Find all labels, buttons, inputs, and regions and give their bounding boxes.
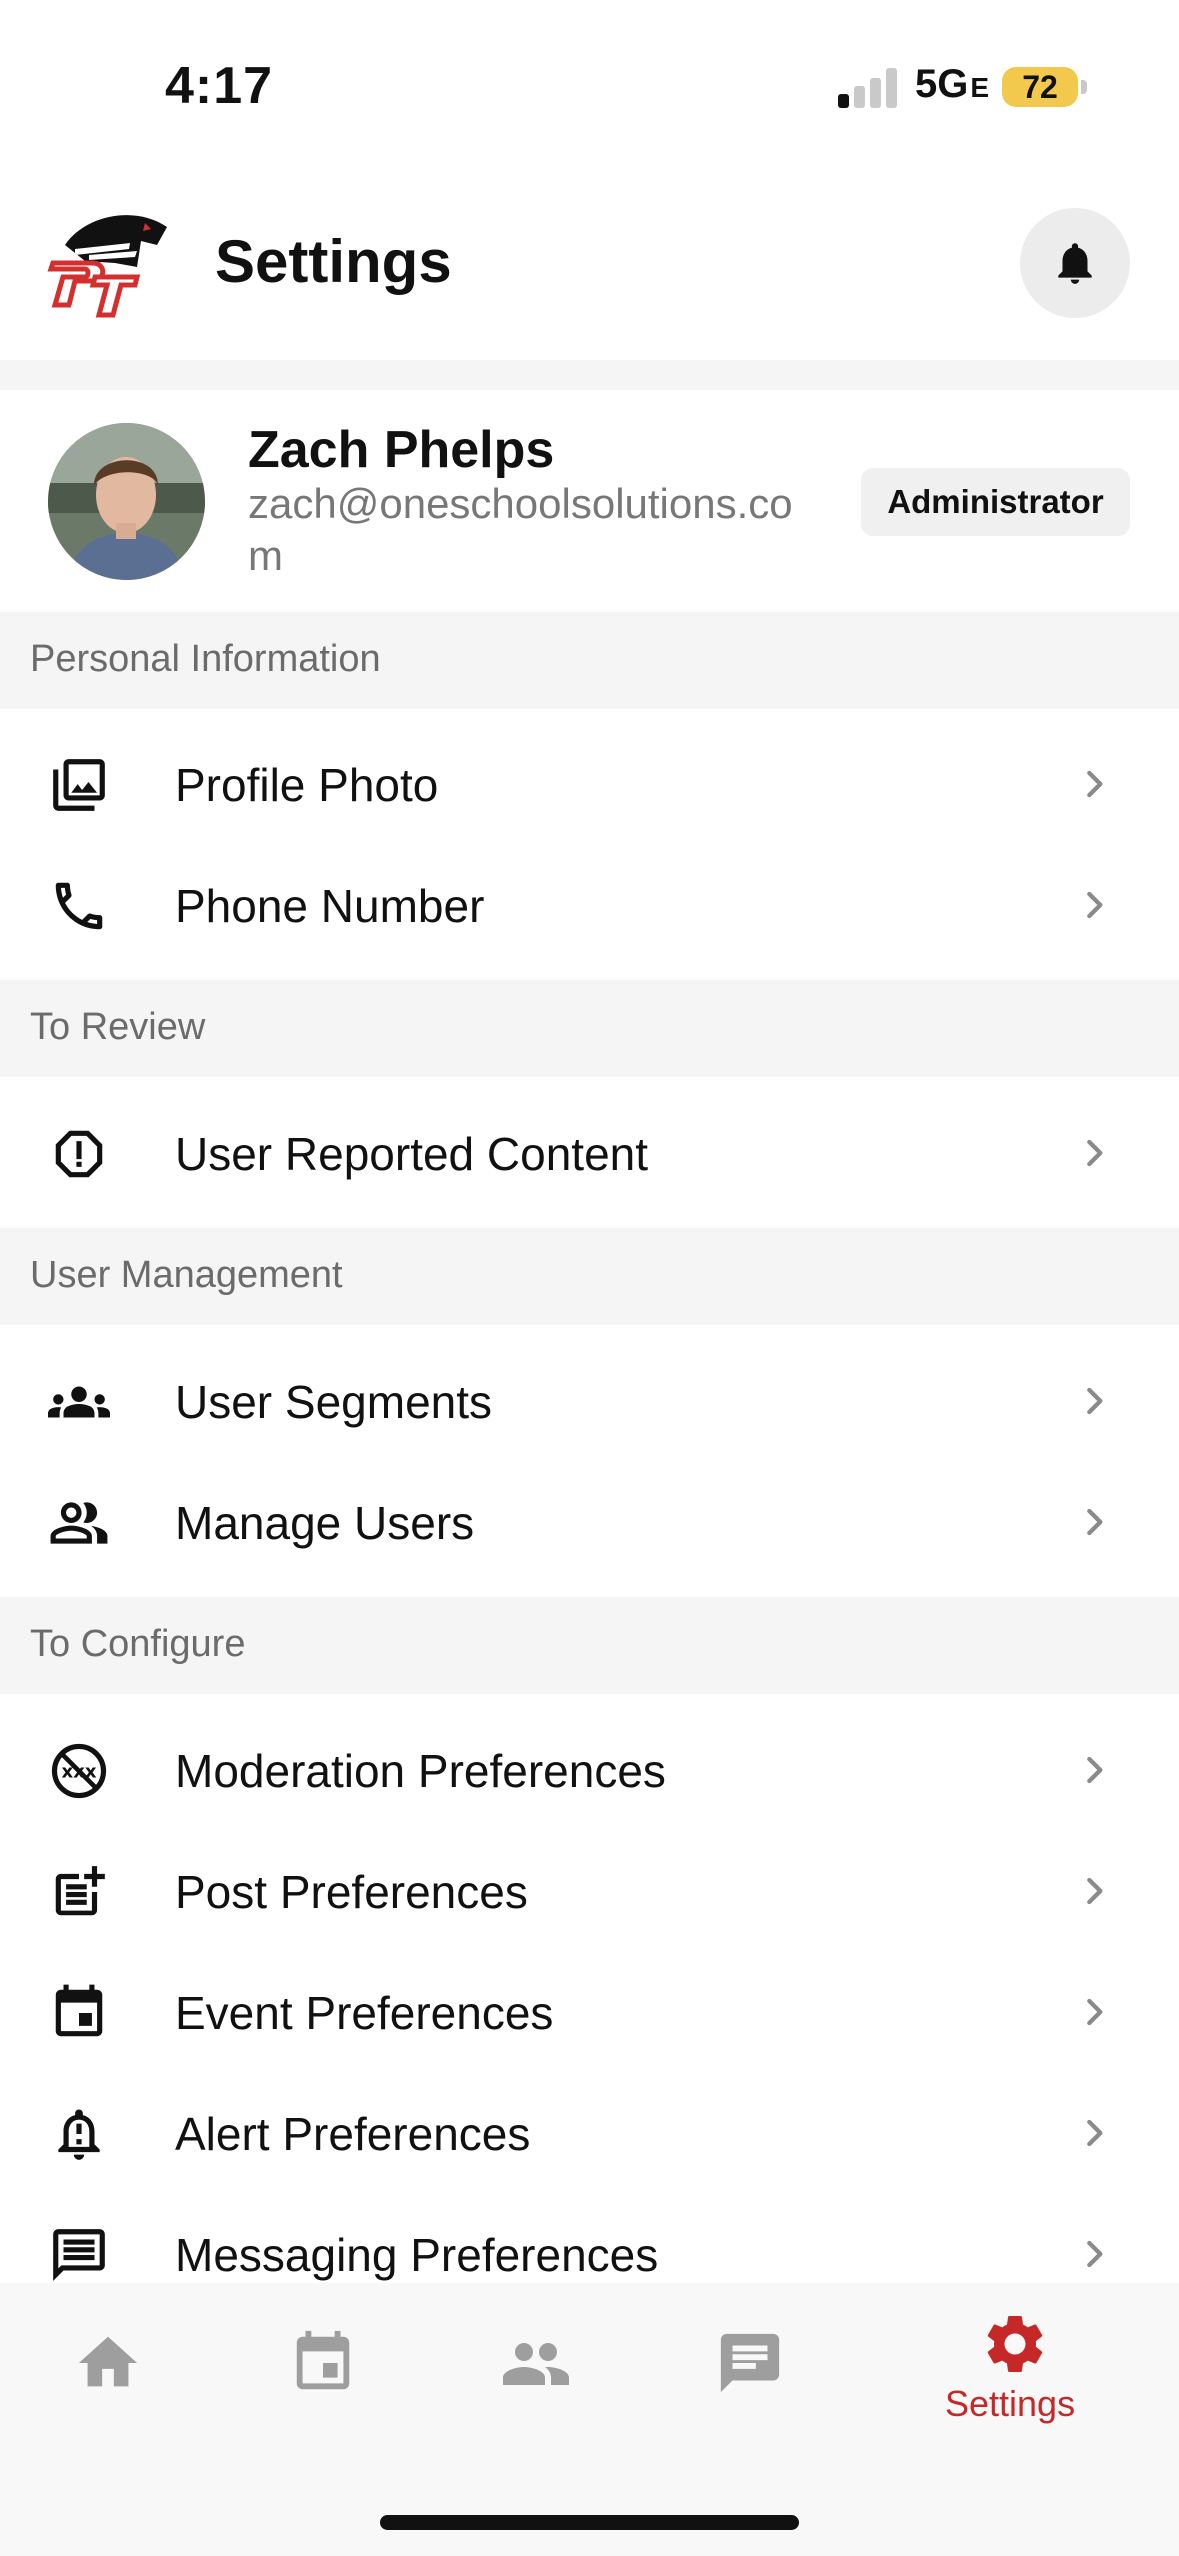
- people-icon: [503, 2343, 569, 2385]
- section-title: User Management: [30, 1254, 343, 1296]
- settings-gear-icon: [987, 2316, 1043, 2372]
- settings-item-label: Post Preferences: [175, 1866, 528, 1918]
- post-add-icon: [55, 1866, 105, 1916]
- chevron-right-icon: [1087, 770, 1103, 798]
- section-header-user-management: User Management: [0, 1228, 1179, 1325]
- nav-home[interactable]: [40, 2283, 175, 2433]
- chevron-right-icon: [1087, 2240, 1103, 2268]
- chevron-right-icon: [1087, 1998, 1103, 2026]
- avatar: [48, 423, 205, 580]
- section-header-personal-information: Personal Information: [0, 612, 1179, 709]
- network-type: 5G: [915, 62, 969, 106]
- settings-item-label: Manage Users: [175, 1497, 475, 1549]
- settings-item-user-reported-content[interactable]: User Reported Content: [0, 1093, 1179, 1214]
- settings-item-profile-photo[interactable]: Profile Photo: [0, 724, 1179, 845]
- section-header-to-review: To Review: [0, 980, 1179, 1077]
- battery-indicator: 72: [1002, 67, 1078, 107]
- section-title: To Configure: [30, 1623, 246, 1665]
- report-icon: [55, 1130, 103, 1178]
- phone-icon: [55, 882, 103, 930]
- signal-strength-icon: [838, 68, 898, 108]
- settings-item-label: User Segments: [175, 1376, 493, 1428]
- chevron-right-icon: [1087, 1139, 1103, 1167]
- settings-item-label: Messaging Preferences: [175, 2229, 659, 2281]
- role-badge: Administrator: [861, 468, 1130, 536]
- chevron-right-icon: [1087, 1387, 1103, 1415]
- status-bar: 4:17 5GE 72: [0, 0, 1179, 175]
- settings-item-label: Event Preferences: [175, 1987, 554, 2039]
- status-time: 4:17: [165, 57, 274, 115]
- profile-name: Zach Phelps: [248, 421, 555, 479]
- settings-item-post-preferences[interactable]: Post Preferences: [0, 1831, 1179, 1952]
- event-icon: [55, 1984, 103, 2037]
- notifications-button[interactable]: [1020, 208, 1130, 318]
- network-indicator: 5GE: [915, 62, 989, 107]
- chevron-right-icon: [1087, 2119, 1103, 2147]
- settings-item-label: User Reported Content: [175, 1128, 649, 1180]
- settings-item-manage-users[interactable]: Manage Users: [0, 1462, 1179, 1583]
- settings-item-label: Moderation Preferences: [175, 1745, 666, 1797]
- groups-icon: [48, 1386, 110, 1418]
- nav-settings-label: Settings: [945, 2383, 1076, 2424]
- section-title: Personal Information: [30, 638, 381, 680]
- nav-settings[interactable]: Settings: [935, 2283, 1095, 2433]
- app-header: Settings: [0, 175, 1179, 360]
- settings-item-label: Phone Number: [175, 880, 485, 932]
- battery-cap: [1081, 80, 1087, 94]
- panther-pt-logo: [47, 215, 167, 318]
- bell-icon: [1058, 243, 1092, 284]
- message-icon: [53, 2229, 105, 2281]
- divider: [0, 360, 1179, 390]
- chevron-right-icon: [1087, 1756, 1103, 1784]
- settings-item-label: Profile Photo: [175, 759, 439, 811]
- settings-item-phone-number[interactable]: Phone Number: [0, 845, 1179, 966]
- profile-card[interactable]: Zach Phelps zach@oneschoolsolutions.com …: [0, 390, 1179, 612]
- home-indicator: [380, 2515, 799, 2530]
- alert-bell-icon: [58, 2109, 100, 2160]
- calendar-icon: [296, 2330, 350, 2390]
- chevron-right-icon: [1087, 891, 1103, 919]
- chevron-right-icon: [1087, 1508, 1103, 1536]
- settings-item-event-preferences[interactable]: Event Preferences: [0, 1952, 1179, 2073]
- message-icon: [720, 2333, 780, 2393]
- nav-calendar[interactable]: [255, 2283, 390, 2433]
- chevron-right-icon: [1087, 1877, 1103, 1905]
- home-icon: [78, 2336, 138, 2387]
- settings-item-label: Alert Preferences: [175, 2108, 531, 2160]
- profile-email: zach@oneschoolsolutions.com: [248, 480, 793, 579]
- section-header-to-configure: To Configure: [0, 1597, 1179, 1694]
- photo-library-icon: [53, 759, 105, 811]
- page-title: Settings: [215, 228, 452, 295]
- nav-people[interactable]: [468, 2283, 603, 2433]
- network-suffix: E: [970, 72, 990, 103]
- nav-messages[interactable]: [682, 2283, 817, 2433]
- settings-item-moderation-preferences[interactable]: xxx Moderation Preferences: [0, 1710, 1179, 1831]
- settings-item-user-segments[interactable]: User Segments: [0, 1341, 1179, 1462]
- moderation-icon: xxx: [51, 1743, 107, 1799]
- people-icon: [50, 1502, 108, 1544]
- section-title: To Review: [30, 1006, 206, 1048]
- settings-item-alert-preferences[interactable]: Alert Preferences: [0, 2073, 1179, 2194]
